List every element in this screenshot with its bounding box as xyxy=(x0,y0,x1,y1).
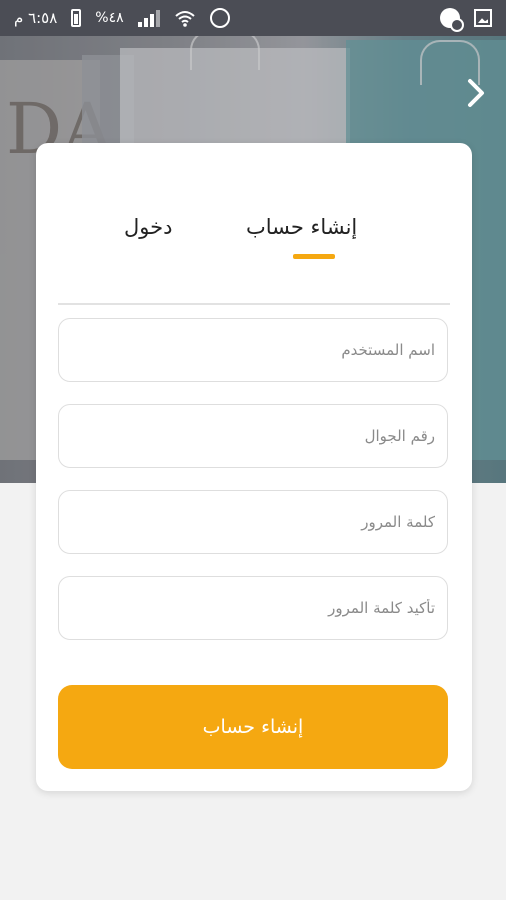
active-tab-indicator xyxy=(293,254,335,259)
username-input[interactable] xyxy=(58,318,448,382)
battery-percent: %٤٨ xyxy=(95,10,124,26)
alarm-icon xyxy=(209,8,230,28)
signal-icon xyxy=(137,9,160,27)
password-input[interactable] xyxy=(58,490,448,554)
tabs-divider xyxy=(58,303,450,305)
status-bar-right xyxy=(440,8,492,32)
auth-card: إنشاء حساب دخول إنشاء حساب xyxy=(36,143,472,791)
status-time: ٦:٥٨ م xyxy=(14,9,58,27)
status-bar-left: ٦:٥٨ م %٤٨ xyxy=(14,8,230,28)
confirm-password-input[interactable] xyxy=(58,576,448,640)
wifi-icon xyxy=(174,11,195,27)
status-bar: ٦:٥٨ م %٤٨ xyxy=(0,0,506,36)
create-account-button[interactable]: إنشاء حساب xyxy=(58,685,448,769)
app-notification-icon xyxy=(440,8,464,32)
gallery-icon xyxy=(474,9,492,27)
tab-signup[interactable]: إنشاء حساب xyxy=(246,215,357,239)
tab-login[interactable]: دخول xyxy=(124,215,172,239)
auth-tabs: إنشاء حساب دخول xyxy=(36,207,472,267)
phone-input[interactable] xyxy=(58,404,448,468)
chevron-right-icon[interactable] xyxy=(464,76,488,110)
battery-icon xyxy=(71,9,82,27)
